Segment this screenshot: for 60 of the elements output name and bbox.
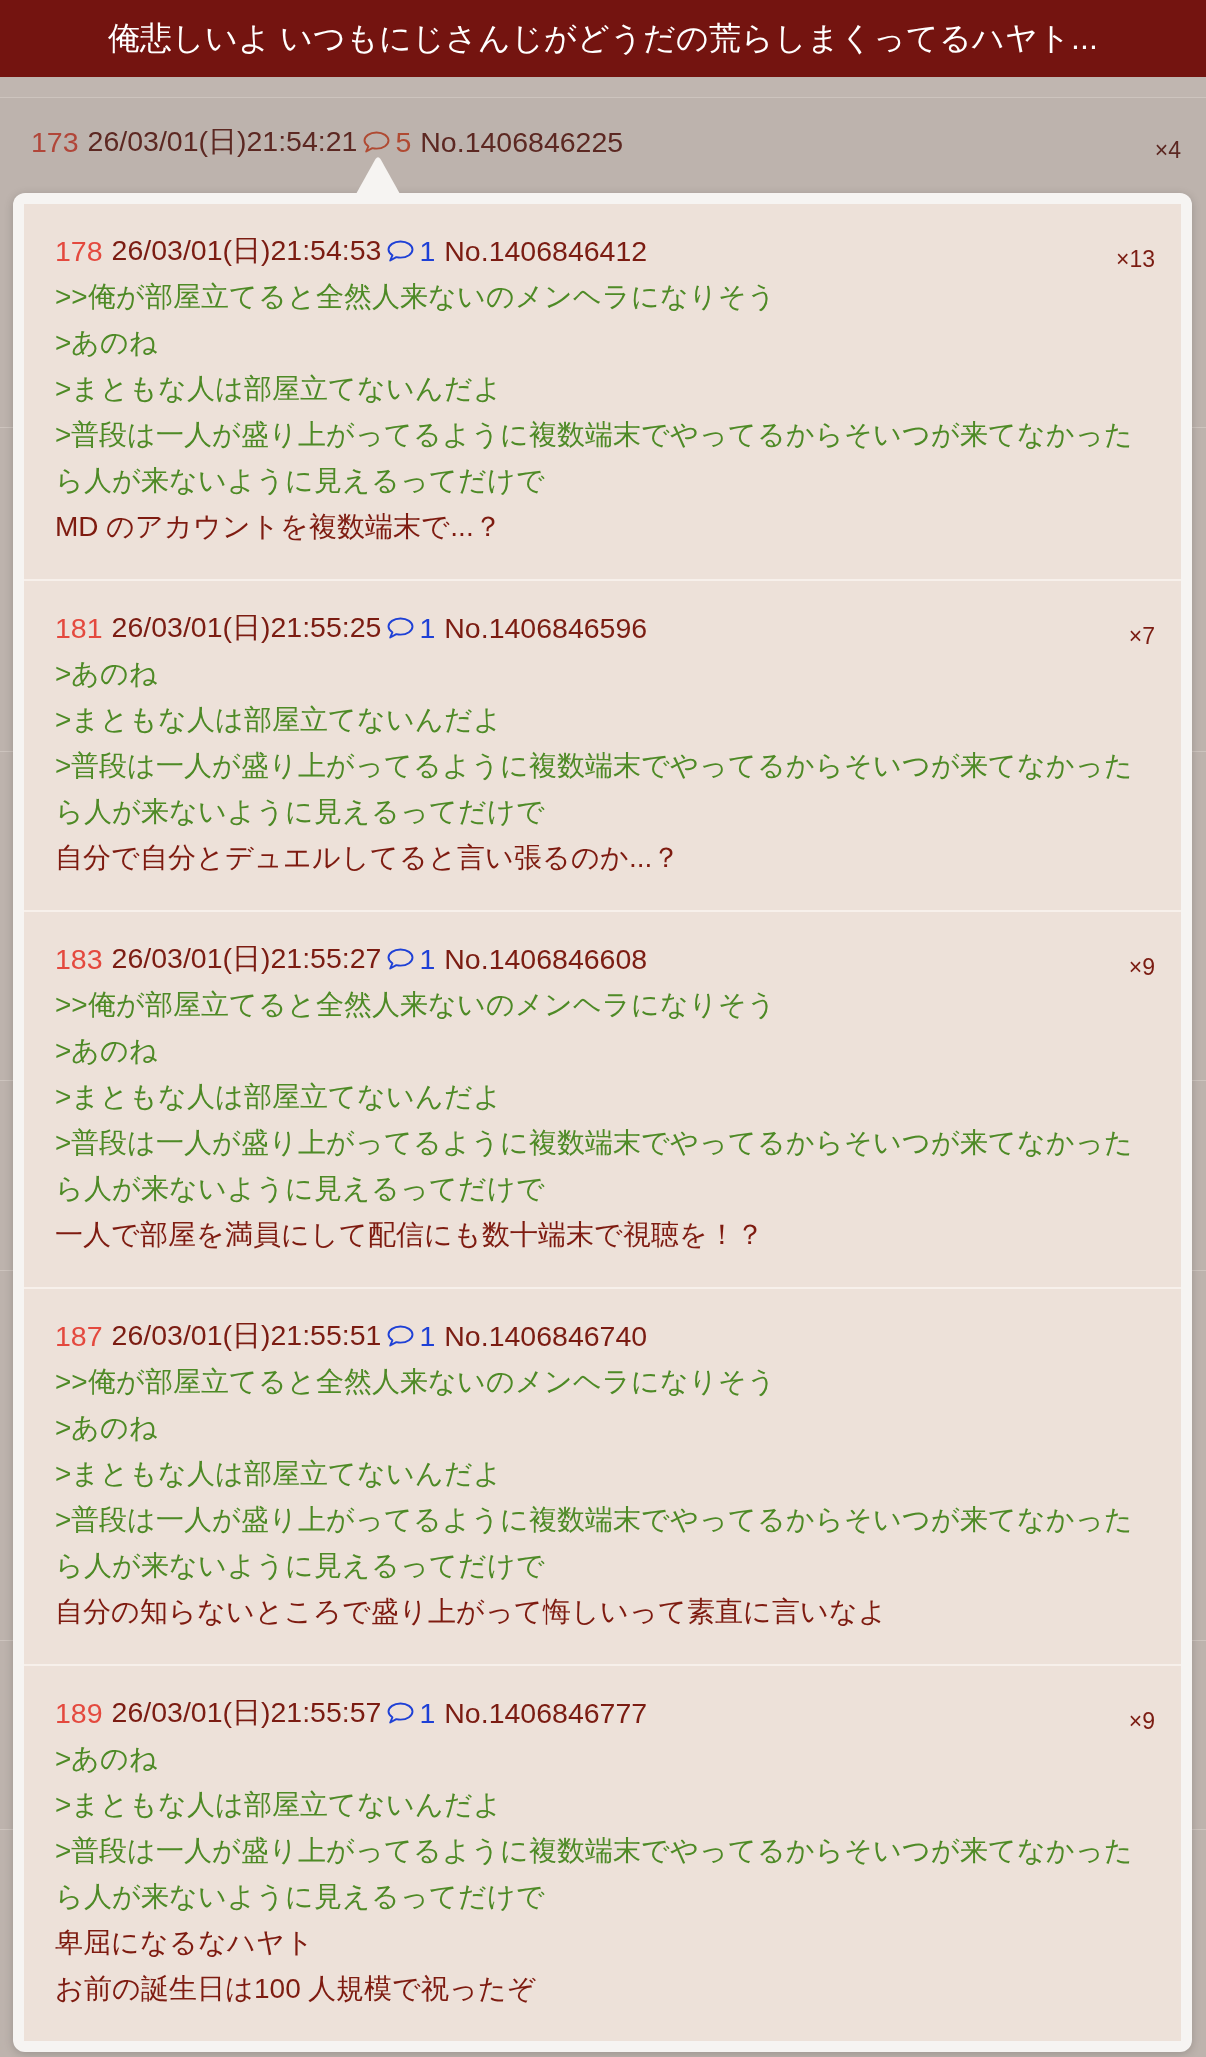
quote-line: >まともな人は部屋立てないんだよ [55,1080,504,1114]
quote-line: >あのね [55,326,160,360]
post-id: No.1406846777 [444,1696,648,1730]
speech-bubble-icon [387,617,415,639]
speech-bubble-icon [387,240,415,262]
quote-line: >>俺が部屋立てると全然人来ないのメンヘラになりそう [55,988,777,1022]
quote-line: >普段は一人が盛り上がってるように複数端末でやってるからそいつが来てなかったら人が来ないように見えるってだけで [55,1503,1135,1583]
post-id: No.1406846740 [444,1319,648,1353]
quote-line: >>俺が部屋立てると全然人来ないのメンヘラになりそう [55,280,777,314]
post-text: 自分で自分とデュエルしてると言い張るのか...？ [55,841,682,875]
post-id: No.1406846412 [444,234,648,268]
quote-line: >あのね [55,1411,160,1445]
replies-button[interactable]: 1 [387,1319,436,1353]
post-text: お前の誕生日は100 人規模で祝ったぞ [55,1972,538,2006]
post-number[interactable]: 189 [55,1696,103,1730]
post-number[interactable]: 187 [55,1319,103,1353]
quote-line: >まともな人は部屋立てないんだよ [55,1788,504,1822]
replies-button[interactable]: 1 [387,611,436,645]
quote-line: >あのね [55,1742,160,1776]
post-number[interactable]: 178 [55,234,103,268]
post-number[interactable]: 173 [31,125,79,159]
quote-line: >あのね [55,657,160,691]
post-id: No.1406846225 [420,125,624,159]
duplicate-count: ×9 [1128,1707,1155,1735]
speech-bubble-icon [387,948,415,970]
quote-line: >>俺が部屋立てると全然人来ないのメンヘラになりそう [55,1365,777,1399]
quote-line: >まともな人は部屋立てないんだよ [55,372,504,406]
post-date: 26/03/01(日)21:54:53 [111,233,382,268]
post-text: 自分の知らないところで盛り上がって悔しいって素直に言いなよ [55,1595,888,1629]
post-date: 26/03/01(日)21:55:51 [111,1318,382,1353]
speech-bubble-icon [363,131,391,153]
quote-line: >普段は一人が盛り上がってるように複数端末でやってるからそいつが来てなかったら人が来ないように見えるってだけで [55,749,1135,829]
thread-title: 俺悲しいよ いつもにじさんじがどうだの荒らしまくってるハヤト... [108,18,1098,58]
post-id: No.1406846596 [444,611,648,645]
replies-button[interactable]: 1 [387,1696,436,1730]
quote-line: >あのね [55,1034,160,1068]
post-date: 26/03/01(日)21:55:27 [111,941,382,976]
quote-line: >普段は一人が盛り上がってるように複数端末でやってるからそいつが来てなかったら人が来ないように見えるってだけで [55,1126,1135,1206]
post-number[interactable]: 183 [55,942,103,976]
duplicate-count: ×13 [1116,245,1155,273]
replies-button[interactable]: 1 [387,234,436,268]
post-date: 26/03/01(日)21:55:25 [111,610,382,645]
post-text: 一人で部屋を満員にして配信にも数十端末で視聴を！？ [55,1218,765,1252]
quote-line: >普段は一人が盛り上がってるように複数端末でやってるからそいつが来てなかったら人が来ないように見えるってだけで [55,418,1135,498]
speech-bubble-icon [387,1325,415,1347]
quote-line: >まともな人は部屋立てないんだよ [55,1457,504,1491]
post-date: 26/03/01(日)21:55:57 [111,1695,382,1730]
duplicate-count: ×7 [1128,622,1155,650]
replies-button[interactable]: 1 [387,942,436,976]
post-number[interactable]: 181 [55,611,103,645]
duplicate-count: ×9 [1128,953,1155,981]
post-text: 卑屈になるなハヤト [55,1926,315,1960]
replies-button[interactable]: 5 [363,125,412,159]
quote-line: >普段は一人が盛り上がってるように複数端末でやってるからそいつが来てなかったら人が来ないように見えるってだけで [55,1834,1135,1914]
post-text: MD のアカウントを複数端末で...？ [55,510,503,544]
duplicate-count: ×4 [1154,136,1181,164]
post-id: No.1406846608 [444,942,648,976]
quote-line: >まともな人は部屋立てないんだよ [55,703,504,737]
post-date: 26/03/01(日)21:54:21 [87,124,358,159]
speech-bubble-icon [387,1702,415,1724]
